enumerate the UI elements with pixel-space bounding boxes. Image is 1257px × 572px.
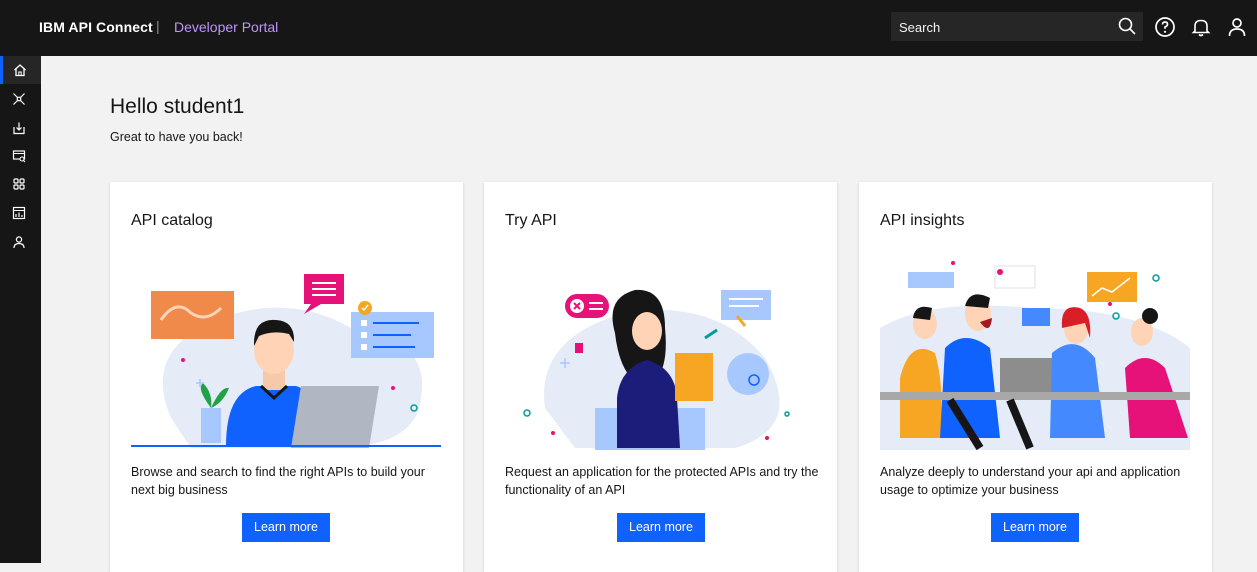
nav-download[interactable] bbox=[0, 114, 41, 142]
card-description: Analyze deeply to understand your api an… bbox=[880, 465, 1181, 497]
portal-name[interactable]: Developer Portal bbox=[174, 19, 278, 35]
analytics-icon bbox=[12, 206, 26, 220]
nav-account[interactable] bbox=[0, 228, 41, 256]
card-description: Browse and search to find the right APIs… bbox=[131, 465, 425, 497]
side-nav bbox=[0, 56, 41, 563]
card-api-catalog: API catalog Browse and search to find th… bbox=[110, 182, 463, 572]
learn-more-button[interactable]: Learn more bbox=[242, 513, 330, 542]
try-api-illustration bbox=[523, 289, 790, 450]
api-insights-illustration bbox=[880, 261, 1190, 450]
user-icon bbox=[13, 236, 25, 249]
page-title: Hello student1 bbox=[110, 95, 245, 118]
nav-apps[interactable] bbox=[0, 170, 41, 198]
nav-analytics[interactable] bbox=[0, 199, 41, 227]
search-input[interactable]: Search bbox=[891, 12, 1143, 41]
home-icon bbox=[14, 64, 26, 77]
top-bar: IBM API Connect | Developer Portal Searc… bbox=[0, 0, 1257, 56]
header-separator: | bbox=[156, 18, 160, 34]
help-icon[interactable] bbox=[1153, 15, 1177, 39]
card-title: API insights bbox=[880, 212, 965, 229]
card-try-api: Try API Request an application for the p… bbox=[484, 182, 837, 572]
apis-icon bbox=[13, 93, 25, 105]
card-title: API catalog bbox=[131, 212, 213, 229]
page-subtitle: Great to have you back! bbox=[110, 130, 243, 144]
card-title: Try API bbox=[505, 212, 557, 229]
apps-icon bbox=[13, 178, 25, 190]
user-icon[interactable] bbox=[1225, 15, 1249, 39]
notification-icon[interactable] bbox=[1189, 15, 1213, 39]
learn-more-button[interactable]: Learn more bbox=[991, 513, 1079, 542]
nav-catalog-search[interactable] bbox=[0, 142, 41, 170]
brand-name[interactable]: IBM API Connect bbox=[39, 19, 153, 35]
nav-apis[interactable] bbox=[0, 85, 41, 113]
api-catalog-illustration bbox=[131, 274, 441, 448]
learn-more-button[interactable]: Learn more bbox=[617, 513, 705, 542]
search-placeholder: Search bbox=[899, 20, 941, 35]
card-api-insights: API insights Analyze deeply to understan… bbox=[859, 182, 1212, 572]
catalog-search-icon bbox=[12, 150, 26, 163]
download-icon bbox=[13, 122, 25, 135]
nav-home[interactable] bbox=[0, 56, 41, 84]
card-description: Request an application for the protected… bbox=[505, 465, 819, 497]
search-icon[interactable] bbox=[1117, 16, 1137, 36]
